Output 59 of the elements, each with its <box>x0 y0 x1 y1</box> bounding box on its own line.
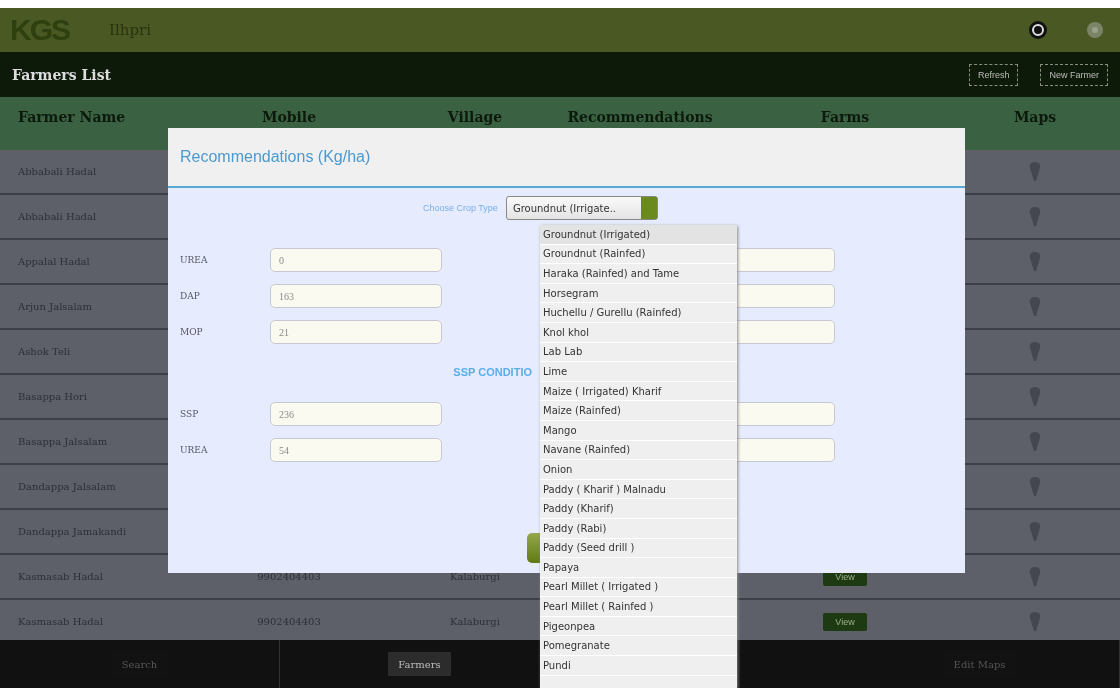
dropdown-option[interactable]: Mango <box>540 420 737 441</box>
pin-icon[interactable] <box>1029 206 1041 227</box>
dropdown-option[interactable]: Pundi <box>540 656 737 676</box>
dropdown-option[interactable]: Pomegranate <box>540 636 737 657</box>
dropdown-option[interactable]: Horsegram <box>540 283 737 304</box>
column-header: Mobile <box>260 109 318 125</box>
page-title: Farmers List <box>12 66 112 83</box>
dropdown-option[interactable]: Paddy ( Kharif ) Malnadu <box>540 479 737 500</box>
pin-icon[interactable] <box>1029 611 1041 632</box>
input-field[interactable]: 0 <box>270 248 442 272</box>
dropdown-option[interactable]: Maize (Rainfed) <box>540 401 737 421</box>
dropdown-option[interactable]: Pearl Millet ( Rainfed ) <box>540 597 737 617</box>
dropdown-option[interactable]: Navane (Rainfed) <box>540 440 737 461</box>
pin-icon[interactable] <box>1029 431 1041 452</box>
dropdown-option[interactable]: Paddy (Kharif) <box>540 499 737 519</box>
modal-title: Recommendations (Kg/ha) <box>180 148 371 166</box>
dropdown-option[interactable]: Haraka (Rainfed) and Tame <box>540 264 737 284</box>
dropdown-option[interactable]: Paddy (Rabi) <box>540 518 737 539</box>
dropdown-option[interactable]: Groundnut (Irrigated) <box>540 225 737 245</box>
pin-icon[interactable] <box>1029 251 1041 272</box>
dropdown-option[interactable]: Knol khol <box>540 322 737 343</box>
field-label: DAP <box>180 291 201 301</box>
toolbar-button[interactable]: New Farmer <box>1040 63 1108 86</box>
section-heading: SSP CONDITIO <box>453 366 532 378</box>
input-field[interactable]: 236 <box>270 402 442 426</box>
nav-tab[interactable]: Farmers <box>388 652 451 676</box>
dropdown-option[interactable]: Groundnut (Rainfed) <box>540 244 737 265</box>
pin-icon[interactable] <box>1029 386 1041 407</box>
column-header: Recommendations <box>566 109 714 125</box>
pin-icon[interactable] <box>1029 566 1041 587</box>
dropdown-option[interactable]: Pigeonpea <box>540 616 737 637</box>
input-field[interactable]: 163 <box>270 284 442 308</box>
field-label: SSP <box>180 409 200 419</box>
column-header: Farmer Name <box>17 109 127 125</box>
crop-select[interactable]: Groundnut (Irrigate.. <box>505 196 658 220</box>
dropdown-option[interactable]: Onion <box>540 460 737 480</box>
field-label: MOP <box>180 327 204 337</box>
dropdown-option[interactable]: Pearl Millet ( Irrigated ) <box>540 577 737 598</box>
view-button[interactable]: View <box>823 612 867 631</box>
field-label: UREA <box>180 445 209 455</box>
dropdown-option[interactable]: Paddy (Seed drill ) <box>540 538 737 559</box>
pin-icon[interactable] <box>1029 476 1041 497</box>
input-field[interactable]: 54 <box>270 438 442 462</box>
column-header: Village <box>446 109 504 125</box>
dropdown-option[interactable]: Lab Lab <box>540 342 737 363</box>
toolbar-button[interactable]: Refresh <box>968 63 1019 86</box>
dropdown-option[interactable]: Huchellu / Gurellu (Rainfed) <box>540 303 737 323</box>
pin-icon[interactable] <box>1029 296 1041 317</box>
column-header: Maps <box>1012 109 1058 125</box>
pin-icon[interactable] <box>1029 341 1041 362</box>
field-label: UREA <box>180 255 209 265</box>
dropdown-option[interactable]: Maize ( Irrigated) Kharif <box>540 381 737 402</box>
column-header: Farms <box>819 109 871 125</box>
crop-label: Choose Crop Type <box>423 203 498 213</box>
pin-icon[interactable] <box>1029 161 1041 182</box>
dropdown-option[interactable]: Papaya <box>540 558 737 578</box>
pin-icon[interactable] <box>1029 521 1041 542</box>
input-field[interactable]: 21 <box>270 320 442 344</box>
dropdown-option[interactable]: Lime <box>540 362 737 382</box>
